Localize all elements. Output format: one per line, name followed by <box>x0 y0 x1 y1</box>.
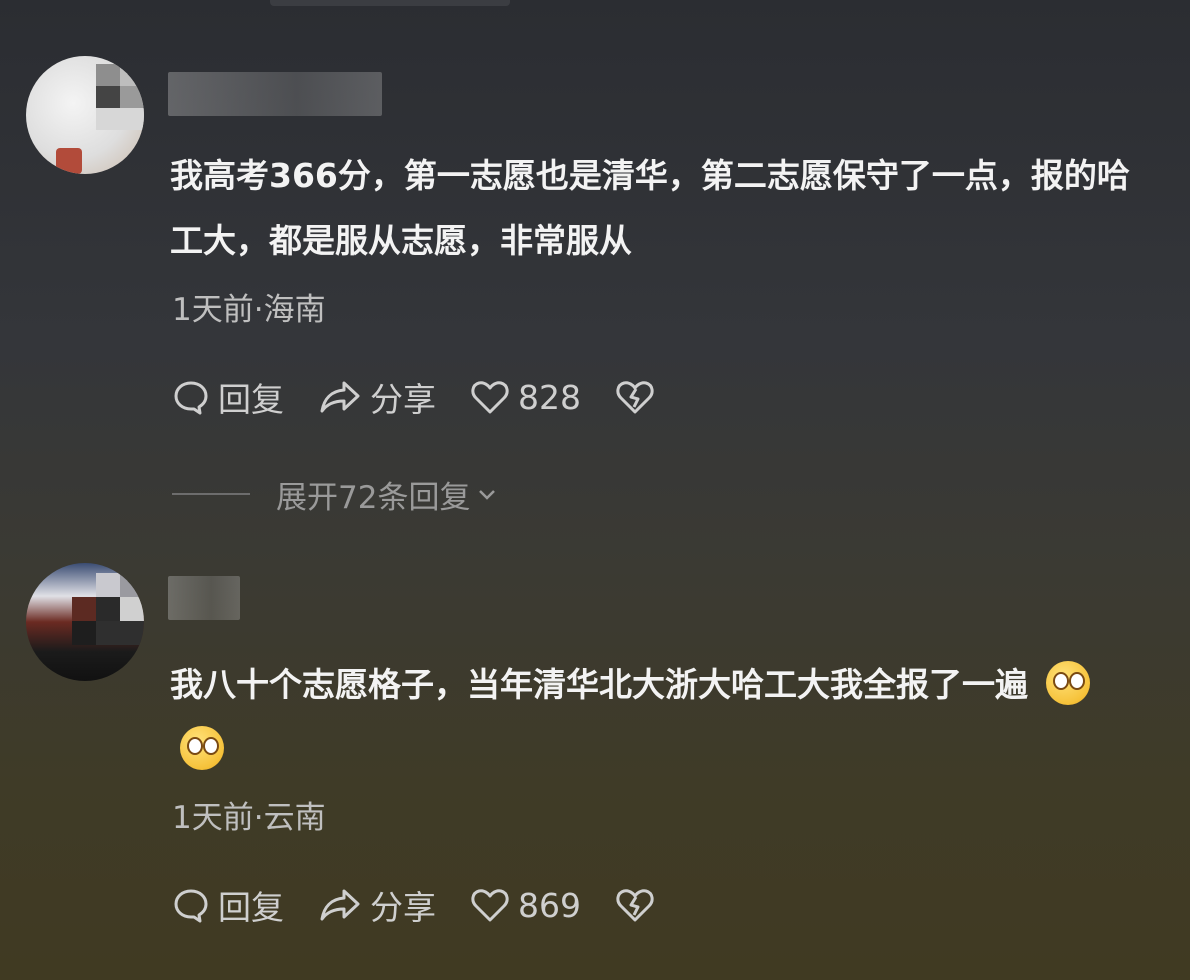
reply-button[interactable]: 回复 <box>172 881 284 929</box>
reply-label: 回复 <box>218 888 284 927</box>
avatar[interactable] <box>26 563 144 681</box>
broken-heart-icon <box>616 889 654 922</box>
comment-text: 我八十个志愿格子，当年清华北大浙大哈工大我全报了一遍 <box>170 652 1130 782</box>
like-button[interactable]: 869 <box>470 886 581 925</box>
comment-meta: 1天前·云南 <box>172 800 326 836</box>
dislike-button[interactable] <box>615 886 663 924</box>
eye-roll-emoji <box>1046 660 1090 705</box>
username[interactable] <box>168 576 240 620</box>
eye-roll-emoji <box>180 725 224 770</box>
share-arrow-icon <box>320 889 360 921</box>
like-count: 869 <box>518 885 581 925</box>
share-button[interactable]: 分享 <box>318 881 436 929</box>
comment-bubble-icon <box>174 889 208 923</box>
share-label: 分享 <box>370 888 436 927</box>
comment-actions: 回复 分享 869 <box>172 883 697 927</box>
heart-icon <box>471 889 509 922</box>
comment-text-body: 我八十个志愿格子，当年清华北大浙大哈工大我全报了一遍 <box>170 665 1028 704</box>
comment-item: 我八十个志愿格子，当年清华北大浙大哈工大我全报了一遍 1天前·云南 回复 分享 … <box>0 0 1190 980</box>
